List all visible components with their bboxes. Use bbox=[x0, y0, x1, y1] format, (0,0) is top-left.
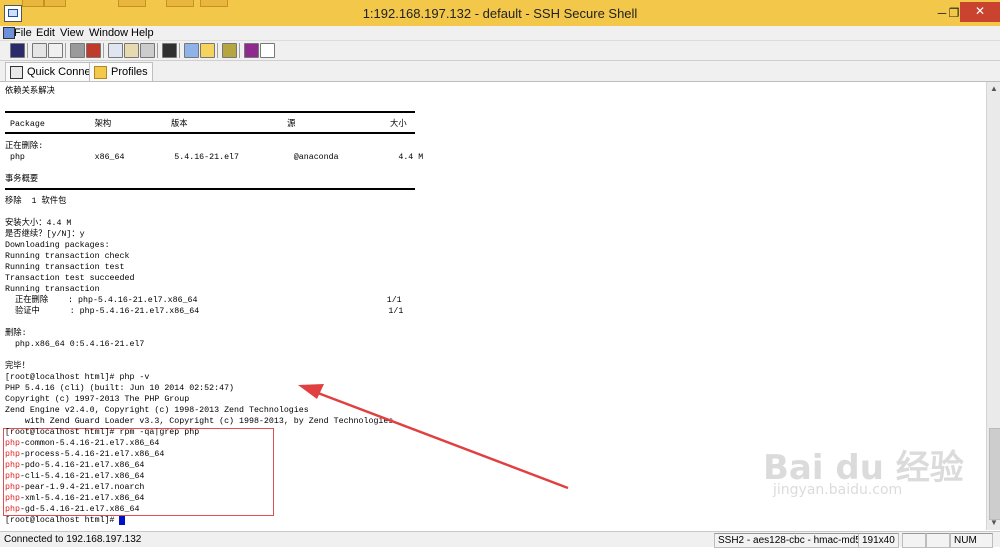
menu-edit[interactable]: Edit bbox=[36, 26, 55, 40]
title-bar: 1:192.168.197.132 - default - SSH Secure… bbox=[0, 0, 1000, 27]
menu-help[interactable]: Help bbox=[131, 26, 154, 40]
terminal-line: 事务概要 bbox=[5, 175, 39, 184]
profiles-button[interactable]: Profiles bbox=[89, 62, 153, 82]
terminal-line: [root@localhost html]# php -v bbox=[5, 373, 150, 382]
toolbar bbox=[0, 41, 1000, 61]
package-name: -pdo-5.4.16-21.el7.x86_64 bbox=[19, 461, 145, 470]
file-transfer-icon[interactable] bbox=[200, 43, 215, 58]
terminal-line: PHP 5.4.16 (cli) (built: Jun 10 2014 02:… bbox=[5, 384, 235, 393]
table-separator bbox=[5, 111, 415, 113]
match-highlight: php bbox=[5, 461, 20, 470]
menu-window[interactable]: Window bbox=[89, 26, 128, 40]
print-icon[interactable] bbox=[32, 43, 47, 58]
terminal-line: 安装大小：4.4 M bbox=[5, 219, 72, 228]
toolbar-separator bbox=[103, 43, 104, 58]
rpm-result-line: php-pear-1.9.4-21.el7.noarch bbox=[5, 482, 144, 493]
close-icon: ✕ bbox=[974, 4, 986, 18]
rpm-result-line: php-gd-5.4.16-21.el7.x86_64 bbox=[5, 504, 139, 515]
package-name: -cli-5.4.16-21.el7.x86_64 bbox=[19, 472, 145, 481]
shell-prompt: [root@localhost html]# bbox=[5, 516, 120, 525]
folder-icon bbox=[94, 65, 107, 79]
profiles-label: Profiles bbox=[111, 66, 148, 78]
terminal-line: Downloading packages: bbox=[5, 241, 110, 250]
find-icon[interactable] bbox=[162, 43, 177, 58]
package-name: -common-5.4.16-21.el7.x86_64 bbox=[19, 439, 160, 448]
toolbar-separator bbox=[65, 43, 66, 58]
terminal-line: 删除: bbox=[5, 329, 27, 338]
paste-icon[interactable] bbox=[124, 43, 139, 58]
toolbar-separator bbox=[179, 43, 180, 58]
match-highlight: php bbox=[5, 483, 20, 492]
terminal-line: Transaction test succeeded bbox=[5, 274, 135, 283]
menu-bar: File Edit View Window Help bbox=[0, 26, 1000, 41]
quick-connect-icon bbox=[10, 65, 23, 79]
help-book-icon[interactable] bbox=[244, 43, 259, 58]
disconnect-icon[interactable] bbox=[70, 43, 85, 58]
package-name: -xml-5.4.16-21.el7.x86_64 bbox=[19, 494, 145, 503]
annotation-arrow bbox=[298, 384, 569, 490]
terminal-line: 移除 1 软件包 bbox=[5, 197, 67, 206]
rpm-result-line: php-common-5.4.16-21.el7.x86_64 bbox=[5, 438, 159, 449]
new-terminal-icon[interactable] bbox=[184, 43, 199, 58]
status-bar: Connected to 192.168.197.132 SSH2 - aes1… bbox=[0, 531, 1000, 548]
package-name: -process-5.4.16-21.el7.x86_64 bbox=[19, 450, 165, 459]
match-highlight: php bbox=[5, 439, 20, 448]
terminal-line: 正在删除: bbox=[5, 142, 44, 151]
terminal-line: [root@localhost html]# rpm -qa|grep php bbox=[5, 428, 200, 437]
terminal-line: 完毕！ bbox=[5, 362, 30, 371]
context-help-icon[interactable] bbox=[260, 43, 275, 58]
terminal-line: 验证中 : php-5.4.16-21.el7.x86_64 1/1 bbox=[5, 307, 404, 316]
print-preview-icon[interactable] bbox=[48, 43, 63, 58]
connect-icon[interactable] bbox=[86, 43, 101, 58]
baidu-watermark: Bai du 经验 jingyan.baidu.com bbox=[763, 440, 993, 510]
toolbar-separator bbox=[27, 43, 28, 58]
table-separator bbox=[5, 132, 415, 134]
terminal-line: Package 架构 版本 源 大小 bbox=[5, 120, 407, 129]
rpm-result-line: php-xml-5.4.16-21.el7.x86_64 bbox=[5, 493, 144, 504]
terminal-line: 是否继续？[y/N]：y bbox=[5, 230, 85, 239]
terminal-line: Running transaction test bbox=[5, 263, 125, 272]
terminal-cursor bbox=[119, 516, 125, 525]
rpm-result-line: php-cli-5.4.16-21.el7.x86_64 bbox=[5, 471, 144, 482]
terminal-line: Running transaction bbox=[5, 285, 100, 294]
settings-icon[interactable] bbox=[222, 43, 237, 58]
match-highlight: php bbox=[5, 450, 20, 459]
scroll-down-icon[interactable]: ▼ bbox=[987, 516, 1000, 530]
match-highlight: php bbox=[5, 494, 20, 503]
copy-icon[interactable] bbox=[108, 43, 123, 58]
menu-view[interactable]: View bbox=[60, 26, 84, 40]
window-title: 1:192.168.197.132 - default - SSH Secure… bbox=[362, 6, 638, 21]
rpm-result-line: php-process-5.4.16-21.el7.x86_64 bbox=[5, 449, 164, 460]
table-separator bbox=[5, 188, 415, 190]
connection-status: Connected to 192.168.197.132 bbox=[4, 534, 142, 545]
scroll-up-icon[interactable]: ▲ bbox=[987, 82, 1000, 96]
maximize-icon: ❐ bbox=[948, 6, 960, 20]
toolbar-separator bbox=[239, 43, 240, 58]
save-icon[interactable] bbox=[10, 43, 25, 58]
terminal-line: 正在删除 : php-5.4.16-21.el7.x86_64 1/1 bbox=[5, 296, 402, 305]
package-name: -pear-1.9.4-21.el7.noarch bbox=[19, 483, 145, 492]
terminal-line: Running transaction check bbox=[5, 252, 130, 261]
terminal-line: Zend Engine v2.4.0, Copyright (c) 1998-2… bbox=[5, 406, 309, 415]
terminal-line: Copyright (c) 1997-2013 The PHP Group bbox=[5, 395, 190, 404]
clear-icon[interactable] bbox=[140, 43, 155, 58]
package-name: -gd-5.4.16-21.el7.x86_64 bbox=[19, 505, 140, 514]
watermark-url: jingyan.baidu.com bbox=[773, 482, 903, 498]
toolbar-separator bbox=[157, 43, 158, 58]
close-button[interactable]: ✕ bbox=[960, 2, 1000, 22]
menu-file[interactable]: File bbox=[14, 26, 32, 40]
toolbar-separator bbox=[217, 43, 218, 58]
quick-bar: Quick Connect Profiles bbox=[0, 61, 1000, 82]
terminal-line: php.x86_64 0:5.4.16-21.el7 bbox=[5, 340, 145, 349]
match-highlight: php bbox=[5, 472, 20, 481]
match-highlight: php bbox=[5, 505, 20, 514]
terminal-line: php x86_64 5.4.16-21.el7 @anaconda 4.4 M bbox=[5, 153, 424, 162]
rpm-result-line: php-pdo-5.4.16-21.el7.x86_64 bbox=[5, 460, 144, 471]
terminal-line: 依赖关系解决 bbox=[5, 87, 55, 96]
